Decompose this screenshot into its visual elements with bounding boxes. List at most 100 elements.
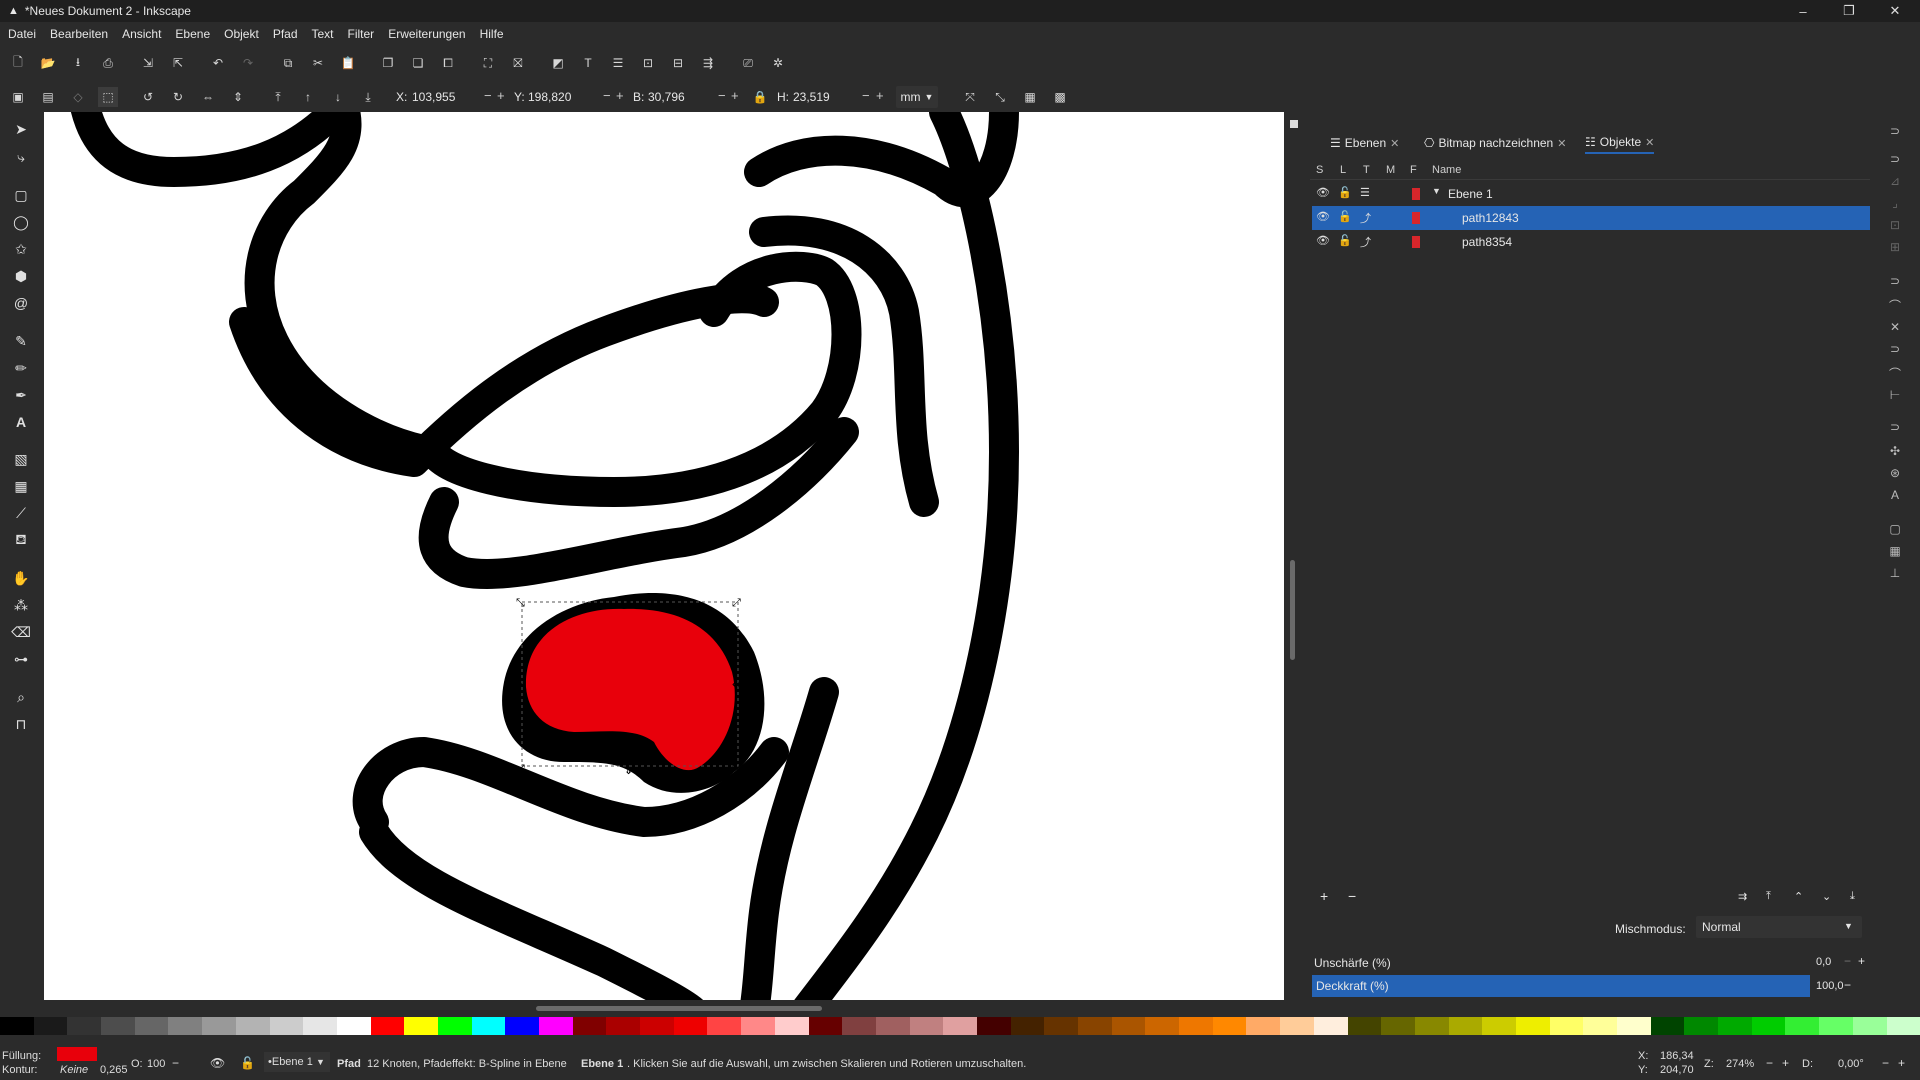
menu-text[interactable]: Text [305, 27, 341, 41]
star-tool-icon[interactable]: ✩ [9, 238, 33, 260]
menu-filter[interactable]: Filter [341, 27, 382, 41]
eye-icon[interactable]: 👁 [1316, 210, 1330, 223]
rotation-field[interactable]: 0,00° [1838, 1058, 1864, 1070]
palette-swatch[interactable] [1179, 1017, 1213, 1035]
zoom-field[interactable]: 274% [1726, 1058, 1754, 1070]
width-field[interactable]: 30,796 [648, 90, 685, 104]
tab-ebenen[interactable]: ☰ Ebenen ✕ [1330, 132, 1399, 154]
raise-icon[interactable]: ↑ [298, 87, 318, 107]
palette-swatch[interactable] [909, 1017, 944, 1035]
palette-swatch[interactable] [1785, 1017, 1820, 1035]
palette-swatch[interactable] [202, 1017, 236, 1035]
paste-icon[interactable]: 📋 [338, 53, 358, 73]
eraser-tool-icon[interactable]: ⌫ [9, 621, 33, 643]
menu-erweiterungen[interactable]: Erweiterungen [381, 27, 472, 41]
x-field[interactable]: 103,955 [412, 90, 455, 104]
palette-swatch[interactable] [1246, 1017, 1281, 1035]
palette-swatch[interactable] [1650, 1017, 1685, 1035]
palette-swatch[interactable] [404, 1017, 438, 1035]
stroke-indicator[interactable]: Keine [60, 1064, 88, 1076]
palette-swatch[interactable] [0, 1017, 34, 1035]
palette-swatch[interactable] [1010, 1017, 1045, 1035]
palette-swatch[interactable] [875, 1017, 910, 1035]
spiral-tool-icon[interactable]: @ [9, 292, 33, 314]
remove-button[interactable]: − [1348, 888, 1356, 904]
opacity-value[interactable]: 100,0 [1816, 980, 1844, 992]
palette-swatch[interactable] [1212, 1017, 1247, 1035]
snap-text-baseline-icon[interactable]: A [1885, 486, 1905, 504]
text-tool-icon[interactable]: A [9, 411, 33, 433]
menu-bearbeiten[interactable]: Bearbeiten [43, 27, 115, 41]
palette-swatch[interactable] [1145, 1017, 1180, 1035]
palette-swatch[interactable] [1751, 1017, 1786, 1035]
blur-value[interactable]: 0,0 [1816, 956, 1831, 968]
duplicate-icon[interactable]: ❐ [378, 53, 398, 73]
raise-to-top-icon[interactable]: ⤒ [268, 87, 288, 107]
blur-decrement-button[interactable]: − [1844, 954, 1851, 968]
snap-center-icon[interactable]: ✣ [1885, 442, 1905, 460]
palette-swatch[interactable] [1414, 1017, 1449, 1035]
menu-datei[interactable]: Datei [0, 27, 43, 41]
blend-mode-select[interactable]: Normal ▼ [1696, 916, 1862, 938]
flip-vertical-icon[interactable]: ⇕ [228, 87, 248, 107]
menu-pfad[interactable]: Pfad [266, 27, 305, 41]
palette-swatch[interactable] [101, 1017, 135, 1035]
current-layer-select[interactable]: •Ebene 1 ▼ [264, 1052, 330, 1072]
raise-to-top-icon[interactable]: ⤒ [1766, 890, 1771, 903]
xml-editor-icon[interactable]: ⊡ [638, 53, 658, 73]
palette-swatch[interactable] [168, 1017, 203, 1035]
object-color-swatch[interactable] [1412, 212, 1420, 224]
new-document-icon[interactable]: 🗋 [8, 53, 28, 73]
3d-box-tool-icon[interactable]: ⬢ [9, 265, 33, 287]
object-row-ebene-1[interactable]: 👁 🔓 ☰ ▼ Ebene 1 [1312, 182, 1870, 206]
x-increment-button[interactable]: + [497, 88, 505, 103]
close-tab-icon[interactable]: ✕ [1557, 137, 1566, 150]
canvas-corner-icon[interactable] [1290, 120, 1298, 128]
lower-to-bottom-icon[interactable]: ⤓ [1850, 890, 1855, 903]
selector-tool-icon[interactable]: ➤ [9, 118, 33, 140]
flip-horizontal-icon[interactable]: ⇔ [198, 87, 218, 107]
scale-corners-icon[interactable]: ⤡ [990, 87, 1010, 107]
snap-bbox-corner-icon[interactable]: ⌟ [1885, 194, 1905, 212]
blur-increment-button[interactable]: + [1858, 954, 1865, 968]
palette-swatch[interactable] [1044, 1017, 1078, 1035]
eye-icon[interactable]: 👁 [1316, 186, 1330, 199]
transform-gradients-icon[interactable]: ▦ [1020, 87, 1040, 107]
layers-dialog-icon[interactable]: ☰ [608, 53, 628, 73]
palette-swatch[interactable] [1381, 1017, 1415, 1035]
lower-icon[interactable]: ↓ [328, 87, 348, 107]
zoom-tool-icon[interactable]: ⌕ [9, 686, 33, 708]
palette-swatch[interactable] [1886, 1017, 1920, 1035]
gradient-tool-icon[interactable]: ▧ [9, 448, 33, 470]
y-field[interactable]: 198,820 [528, 90, 571, 104]
lower-icon[interactable]: ⌄ [1822, 890, 1831, 903]
group-icon[interactable]: ⛶ [478, 53, 498, 73]
unlock-icon[interactable]: 🔓 [1338, 210, 1352, 223]
spray-tool-icon[interactable]: ⁂ [9, 594, 33, 616]
opacity-slider[interactable]: Deckkraft (%) [1312, 975, 1810, 997]
lower-to-bottom-icon[interactable]: ⤓ [358, 87, 378, 107]
opacity-decrement-button[interactable]: − [172, 1056, 179, 1070]
export-icon[interactable]: ⇱ [168, 53, 188, 73]
palette-swatch[interactable] [437, 1017, 472, 1035]
palette-swatch[interactable] [1583, 1017, 1617, 1035]
eye-icon[interactable]: 👁 [210, 1056, 225, 1070]
x-decrement-button[interactable]: − [484, 88, 492, 103]
palette-swatch[interactable] [774, 1017, 809, 1035]
snap-toggle-icon[interactable]: ⊃ [1885, 122, 1905, 140]
add-layer-button[interactable]: + [1320, 888, 1328, 904]
document-properties-icon[interactable]: ⎚ [738, 53, 758, 73]
node-tool-icon[interactable]: ⤷ [9, 146, 33, 168]
zoom-in-button[interactable]: + [1782, 1056, 1789, 1070]
horizontal-scrollbar[interactable] [536, 1006, 822, 1011]
palette-swatch[interactable] [1617, 1017, 1651, 1035]
palette-swatch[interactable] [1313, 1017, 1348, 1035]
unit-select[interactable]: mm ▼ [896, 86, 938, 108]
dropper-tool-icon[interactable]: ⟋ [9, 502, 33, 524]
measure-tool-icon[interactable]: ⊓ [9, 713, 33, 735]
rotation-decrement-button[interactable]: − [1882, 1056, 1889, 1070]
palette-swatch[interactable] [1078, 1017, 1112, 1035]
fill-stroke-icon[interactable]: ◩ [548, 53, 568, 73]
snap-others-icon[interactable]: ⊃ [1885, 418, 1905, 436]
opacity-field[interactable]: 100 [147, 1058, 165, 1070]
